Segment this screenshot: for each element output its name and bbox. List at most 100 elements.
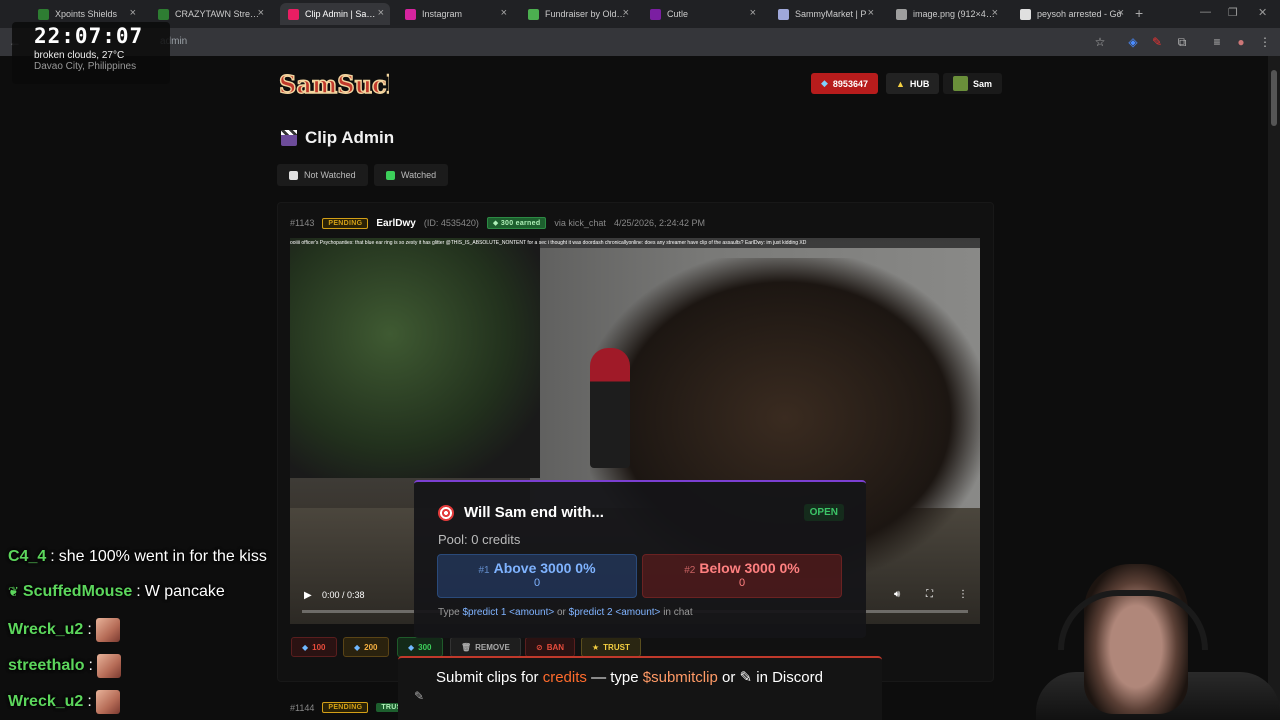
award-300-button[interactable]: ◆ 300 bbox=[397, 637, 443, 657]
ban-button[interactable]: ⊘ BAN bbox=[525, 637, 576, 657]
stream-chat-message: C4_4: she 100% went in for the kiss bbox=[8, 548, 267, 566]
leaf-badge-icon: ❦ bbox=[8, 584, 19, 599]
tab-favicon-icon bbox=[288, 8, 299, 20]
earned-text: 300 earned bbox=[500, 220, 541, 227]
tab-label: Xpoints Shields bbox=[55, 9, 118, 19]
filter-not-watched[interactable]: Not Watched bbox=[277, 164, 368, 186]
chat-separator: : bbox=[136, 583, 141, 600]
tab-label: CRAZYTAWN Stream bbox=[175, 9, 261, 19]
chat-username: Wreck_u2 bbox=[8, 621, 84, 638]
tab-favicon-icon bbox=[896, 8, 907, 20]
minimize-button[interactable]: — bbox=[1200, 6, 1211, 18]
toast-text: — type bbox=[591, 669, 639, 686]
prediction-title-text: Will Sam end with... bbox=[464, 504, 604, 521]
browser-tab[interactable]: image.png (912×486) × bbox=[888, 3, 1004, 25]
clock-time: 22:07:07 bbox=[34, 24, 144, 48]
video-time: 0:00 / 0:38 bbox=[322, 590, 365, 600]
bookmark-star-icon[interactable]: ☆ bbox=[1093, 35, 1107, 49]
option-value: 0 bbox=[533, 577, 541, 589]
tab-close-icon[interactable]: × bbox=[258, 7, 264, 19]
extensions-puzzle-icon[interactable]: ⧉ bbox=[1175, 35, 1189, 49]
fullscreen-icon[interactable]: ⛶ bbox=[926, 589, 933, 600]
tab-close-icon[interactable]: × bbox=[1118, 7, 1124, 19]
maximize-button[interactable]: ❐ bbox=[1228, 6, 1238, 19]
hint-command-1: $predict 1 <amount> bbox=[462, 607, 555, 618]
tab-close-icon[interactable]: × bbox=[378, 7, 384, 19]
hint-text: or bbox=[556, 607, 566, 618]
option-number: #1 bbox=[478, 565, 490, 576]
chat-separator: : bbox=[87, 621, 92, 638]
site-logo[interactable]: SamSucks bbox=[277, 66, 389, 102]
tab-label: Clip Admin | Sam's St bbox=[305, 9, 382, 19]
close-window-button[interactable]: ✕ bbox=[1258, 6, 1267, 19]
hub-label: HUB bbox=[909, 78, 930, 89]
tab-close-icon[interactable]: × bbox=[130, 7, 136, 19]
award-100-button[interactable]: ◆ 100 bbox=[291, 637, 337, 657]
scrollbar-thumb[interactable] bbox=[1271, 70, 1277, 126]
browser-tab[interactable]: Cutle × bbox=[642, 3, 762, 25]
address-bar: ← admin ☆ ◈ ✎ ⧉ ≡ ● ⋮ bbox=[0, 28, 1280, 56]
action-label: 100 bbox=[312, 642, 326, 652]
tab-close-icon[interactable]: × bbox=[623, 7, 629, 19]
browser-tab-bar: Xpoints Shields × CRAZYTAWN Stream × Clip Ad… bbox=[0, 0, 1280, 28]
profile-avatar-icon[interactable]: ● bbox=[1234, 35, 1248, 49]
gem-icon: ◆ bbox=[408, 642, 415, 652]
page-title-text: Clip Admin bbox=[305, 128, 395, 147]
browser-tab[interactable]: SammyMarket | P × bbox=[770, 3, 880, 25]
video-person bbox=[590, 348, 630, 468]
tab-favicon-icon bbox=[528, 8, 539, 20]
hub-button[interactable]: ▲ HUB bbox=[886, 73, 940, 94]
volume-icon[interactable]: 🔊︎ bbox=[894, 589, 900, 600]
browser-menu-icon[interactable]: ⋮ bbox=[1258, 35, 1272, 49]
new-tab-button[interactable]: + bbox=[1135, 5, 1143, 21]
prediction-option-2[interactable]: #2 Below 3000 0% 0 bbox=[642, 554, 842, 598]
paperclip-icon: ✎ bbox=[414, 689, 425, 703]
action-label: 300 bbox=[418, 642, 432, 652]
stream-chat-message: streethalo: bbox=[8, 654, 121, 678]
chat-emote-icon bbox=[96, 654, 121, 678]
hub-icon: ▲ bbox=[896, 78, 905, 89]
toast-text: or bbox=[721, 669, 736, 686]
browser-tab[interactable]: Fundraiser by Old Fe × bbox=[520, 3, 635, 25]
filter-label: Watched bbox=[401, 170, 437, 180]
gem-icon: ◆ bbox=[354, 642, 361, 652]
tab-close-icon[interactable]: × bbox=[750, 7, 756, 19]
paperclip-icon: ✎ bbox=[739, 669, 753, 686]
tab-close-icon[interactable]: × bbox=[501, 7, 507, 19]
prediction-option-1[interactable]: #1 Above 3000 0% 0 bbox=[437, 554, 637, 598]
video-tree bbox=[290, 238, 540, 478]
more-options-icon[interactable]: ⋮ bbox=[958, 589, 968, 600]
user-menu-button[interactable]: Sam bbox=[943, 73, 1003, 94]
toast-credits-word: credits bbox=[542, 669, 587, 686]
trust-button[interactable]: ★ TRUST bbox=[581, 637, 641, 657]
tab-close-icon[interactable]: × bbox=[992, 7, 998, 19]
clip-meta: #1143 PENDING EarlDwy (ID: 4535420) ◆ 30… bbox=[290, 217, 705, 229]
action-label: REMOVE bbox=[475, 642, 510, 652]
credits-button[interactable]: ◆ 8953647 bbox=[811, 73, 878, 94]
browser-tab[interactable]: Clip Admin | Sam's St× bbox=[280, 3, 390, 25]
chat-username: C4_4 bbox=[8, 548, 47, 565]
action-label: TRUST bbox=[603, 642, 630, 652]
browser-tab[interactable]: peysoh arrested - Go × bbox=[1012, 3, 1130, 25]
chat-username: streethalo bbox=[8, 657, 85, 674]
clip-username[interactable]: EarlDwy bbox=[376, 218, 415, 229]
award-200-button[interactable]: ◆ 200 bbox=[343, 637, 389, 657]
browser-tab[interactable]: Instagram × bbox=[397, 3, 513, 25]
clock-widget: 22:07:07 broken clouds, 27°C Davao City,… bbox=[12, 22, 170, 84]
media-control-icon[interactable]: ≡ bbox=[1210, 35, 1224, 49]
play-icon[interactable]: ▶ bbox=[304, 590, 312, 601]
prediction-pool: Pool: 0 credits bbox=[438, 532, 521, 547]
action-label: 200 bbox=[364, 642, 378, 652]
chat-text: she 100% went in for the kiss bbox=[58, 548, 267, 565]
clip-user-id: (ID: 4535420) bbox=[423, 218, 479, 228]
tab-close-icon[interactable]: × bbox=[868, 7, 874, 19]
filter-watched[interactable]: Watched bbox=[374, 164, 449, 186]
extension-icon[interactable]: ◈ bbox=[1126, 35, 1140, 49]
tab-favicon-icon bbox=[650, 8, 661, 20]
chat-username: ScuffedMouse bbox=[22, 583, 133, 600]
gem-icon: ◆ bbox=[821, 78, 828, 88]
extension-pen-icon[interactable]: ✎ bbox=[1150, 35, 1164, 49]
hint-text: Type bbox=[438, 607, 460, 618]
trash-icon: 🗑︎ bbox=[461, 642, 472, 652]
remove-button[interactable]: 🗑︎ REMOVE bbox=[450, 637, 521, 657]
